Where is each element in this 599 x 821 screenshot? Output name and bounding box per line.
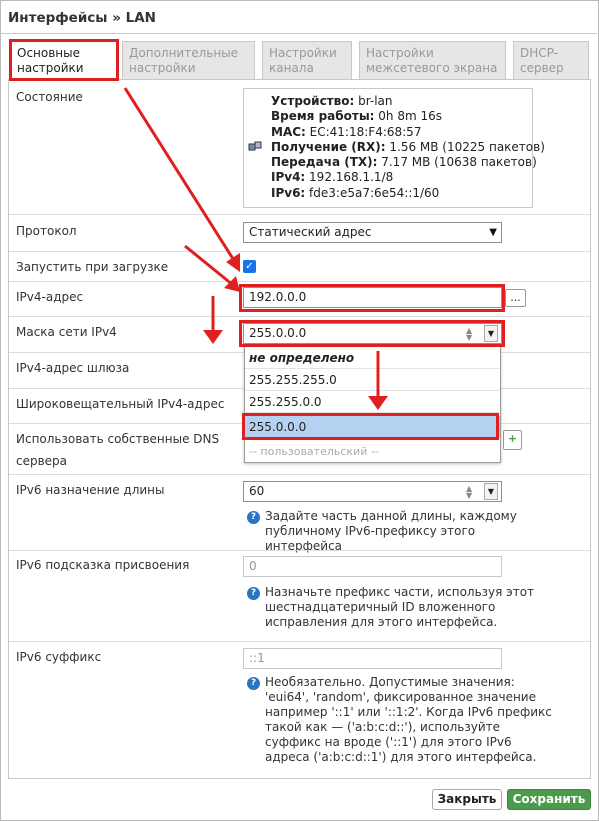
ipv6-hint-label: IPv6 подсказка присвоения xyxy=(16,558,190,572)
network-device-icon xyxy=(248,140,262,157)
chevron-down-icon: ▼ xyxy=(489,227,497,238)
status-line-ipv4: IPv4: 192.168.1.1/8 xyxy=(271,170,394,185)
tab-label-line1: DHCP- xyxy=(520,46,558,60)
dns-add-button[interactable]: + xyxy=(503,430,522,450)
status-line-device: Устройство: br-lan xyxy=(271,94,393,108)
netmask-value: 255.0.0.0 xyxy=(249,326,307,340)
ipv4-address-value: 192.0.0.0 xyxy=(249,290,307,304)
tab-label-line2: настройки xyxy=(129,61,196,75)
close-button[interactable]: Закрыть xyxy=(432,789,502,810)
title-divider xyxy=(0,33,597,34)
help-icon: ? xyxy=(247,677,260,690)
netmask-label: Маска сети IPv4 xyxy=(16,325,117,339)
status-label: Состояние xyxy=(16,90,83,104)
help-icon: ? xyxy=(247,587,260,600)
netmask-option-selected[interactable]: 255.0.0.0 xyxy=(245,416,500,438)
ipv4-address-input[interactable]: 192.0.0.0 xyxy=(243,287,502,308)
tab-label-line1: Основные xyxy=(17,46,81,60)
netmask-dropdown-button[interactable]: ▼ xyxy=(484,325,498,342)
netmask-combobox[interactable]: 255.0.0.0 xyxy=(243,323,502,344)
status-line-ipv6: IPv6: fde3:e5a7:6e54::1/60 xyxy=(271,185,440,200)
broadcast-label: Широковещательный IPv4-адрес xyxy=(16,397,225,411)
ipv6-assign-label: IPv6 назначение длины xyxy=(16,483,165,497)
help-icon: ? xyxy=(247,511,260,524)
ipv6-suffix-label: IPv6 суффикс xyxy=(16,650,102,664)
ipv6-hint-help-text: Назначьте префикс части, используя этот … xyxy=(265,585,535,629)
netmask-option[interactable]: не определено xyxy=(245,347,500,369)
row-divider xyxy=(9,550,590,551)
row-divider xyxy=(9,474,590,475)
ipv6-suffix-input[interactable]: ::1 xyxy=(243,648,502,669)
status-line-uptime: Время работы: 0h 8m 16s xyxy=(271,109,443,124)
netmask-option[interactable]: 255.255.255.0 xyxy=(245,369,500,391)
ipv6-assign-value: 60 xyxy=(249,484,265,498)
tab-basic-settings[interactable]: Основные настройки xyxy=(10,41,118,79)
protocol-select[interactable]: Статический адрес ▼ xyxy=(243,222,502,243)
row-divider xyxy=(9,251,590,252)
row-divider xyxy=(9,641,590,642)
dns-label: Использовать собственные DNS сервера xyxy=(16,430,219,470)
netmask-option-custom[interactable]: -- пользовательский -- xyxy=(245,441,500,463)
tab-label-line2: сервер xyxy=(520,61,564,75)
gateway-label: IPv4-адрес шлюза xyxy=(16,361,130,375)
protocol-label: Протокол xyxy=(16,224,77,238)
page-title: Интерфейсы » LAN xyxy=(8,10,156,26)
spin-arrows-icon[interactable]: ▲ ▼ xyxy=(466,485,472,500)
tab-firewall-settings[interactable]: Настройки межсетевого экрана xyxy=(359,41,506,79)
dns-label-line2: сервера xyxy=(16,454,68,468)
ipv6-assign-dropdown-button[interactable]: ▼ xyxy=(484,483,498,500)
save-button[interactable]: Сохранить xyxy=(507,789,591,810)
netmask-dropdown-list: не определено 255.255.255.0 255.255.0.0 … xyxy=(244,346,501,463)
ipv6-assign-help-text: Задайте часть данной длины, каждому публ… xyxy=(265,509,517,553)
autostart-label: Запустить при загрузке xyxy=(16,260,169,274)
status-line-mac: MAC: EC:41:18:F4:68:57 xyxy=(271,124,422,139)
tab-label-line2: настройки xyxy=(17,61,84,75)
spin-arrows-icon[interactable]: ▲ ▼ xyxy=(466,327,472,342)
netmask-option[interactable]: 255.255.0.0 xyxy=(245,391,500,413)
ipv6-suffix-help-text: Необязательно. Допустимые значения: 'eui… xyxy=(265,675,552,764)
tab-dhcp-server[interactable]: DHCP- сервер xyxy=(513,41,589,79)
tab-label-line1: Настройки xyxy=(366,46,434,60)
autostart-checkbox[interactable]: ✓ xyxy=(243,260,256,273)
protocol-value: Статический адрес xyxy=(249,225,372,239)
dns-label-line1: Использовать собственные DNS xyxy=(16,432,220,446)
row-divider xyxy=(9,281,590,282)
tab-label-line1: Дополнительные xyxy=(129,46,239,60)
status-line-tx: Передача (TX): 7.17 MB (10638 пакетов) xyxy=(271,155,537,170)
tab-label-line2: межсетевого экрана xyxy=(366,61,498,75)
ipv4-more-button[interactable]: ... xyxy=(505,289,526,307)
row-divider xyxy=(9,214,590,215)
tab-advanced-settings[interactable]: Дополнительные настройки xyxy=(122,41,255,79)
tab-label-line2: канала xyxy=(269,61,314,75)
ipv6-assign-combobox[interactable]: 60 xyxy=(243,481,502,502)
ipv4-label: IPv4-адрес xyxy=(16,290,84,304)
ipv6-hint-placeholder: 0 xyxy=(249,559,257,573)
status-details: Устройство: br-lan Время работы: 0h 8m 1… xyxy=(271,94,545,201)
tab-label-line1: Настройки xyxy=(269,46,337,60)
ipv6-suffix-placeholder: ::1 xyxy=(249,651,265,665)
tab-link-settings[interactable]: Настройки канала xyxy=(262,41,352,79)
status-line-rx: Получение (RX): 1.56 MB (10225 пакетов) xyxy=(271,139,545,154)
ipv6-hint-input[interactable]: 0 xyxy=(243,556,502,577)
row-divider xyxy=(9,316,590,317)
